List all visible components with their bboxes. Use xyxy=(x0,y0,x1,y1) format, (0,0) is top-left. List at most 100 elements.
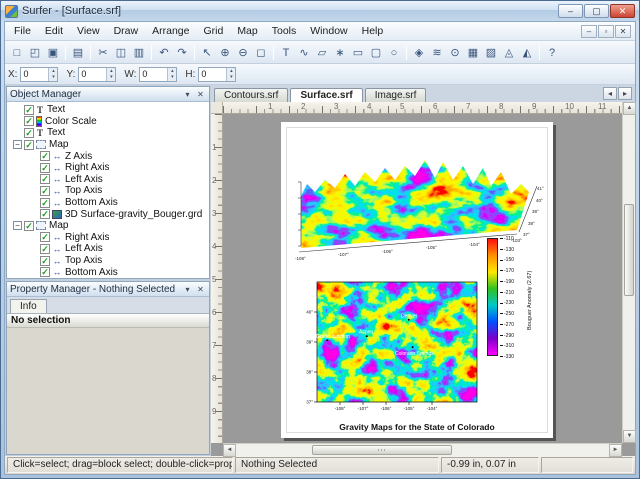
visibility-checkbox[interactable]: ✓ xyxy=(40,244,50,254)
menu-tools[interactable]: Tools xyxy=(265,23,304,39)
text-button[interactable]: T xyxy=(278,44,294,61)
tree-item-left-axis[interactable]: ✓↔Left Axis xyxy=(9,174,209,186)
save-button[interactable]: ▣ xyxy=(45,44,61,61)
polyline-button[interactable]: ∿ xyxy=(296,44,312,61)
visibility-checkbox[interactable]: ✓ xyxy=(40,256,50,266)
spinner-down-icon[interactable]: ▾ xyxy=(227,74,235,81)
x-input[interactable]: 0▴▾ xyxy=(20,67,58,82)
print-button[interactable]: ▤ xyxy=(70,44,86,61)
vertical-scrollbar[interactable]: ▲ ▼ xyxy=(622,102,635,443)
spinner-down-icon[interactable]: ▾ xyxy=(168,74,176,81)
panel-collapse-icon[interactable]: ▾ xyxy=(182,285,193,294)
panel-close-icon[interactable]: ✕ xyxy=(195,285,206,294)
rectangle-button[interactable]: ▭ xyxy=(350,44,366,61)
zoom-window-button[interactable]: ◻ xyxy=(253,44,269,61)
visibility-checkbox[interactable]: ✓ xyxy=(40,267,50,277)
new-button[interactable]: □ xyxy=(9,44,25,61)
visibility-checkbox[interactable]: ✓ xyxy=(40,151,50,161)
menu-edit[interactable]: Edit xyxy=(38,23,70,39)
w-input[interactable]: 0▴▾ xyxy=(139,67,177,82)
menu-arrange[interactable]: Arrange xyxy=(145,23,196,39)
mdi-close-button[interactable]: ✕ xyxy=(615,25,631,38)
surface-map-button[interactable]: ◭ xyxy=(519,44,535,61)
collapse-toggle-icon[interactable]: − xyxy=(13,140,22,149)
tree-item-3d-surface-gravity-bouger-grd[interactable]: ✓3D Surface-gravity_Bouger.grd xyxy=(9,208,209,220)
ellipse-button[interactable]: ○ xyxy=(386,44,402,61)
menu-file[interactable]: File xyxy=(7,23,38,39)
open-button[interactable]: ◰ xyxy=(27,44,43,61)
collapse-toggle-icon[interactable]: − xyxy=(13,221,22,230)
wireframe-map-button[interactable]: ◬ xyxy=(501,44,517,61)
select-button[interactable]: ↖ xyxy=(199,44,215,61)
menu-view[interactable]: View xyxy=(70,23,107,39)
minimize-button[interactable]: – xyxy=(558,4,583,18)
visibility-checkbox[interactable]: ✓ xyxy=(24,221,34,231)
paste-button[interactable]: ▥ xyxy=(131,44,147,61)
horizontal-scroll-thumb[interactable] xyxy=(312,445,452,455)
tree-item-z-axis[interactable]: ✓↔Z Axis xyxy=(9,150,209,162)
post-map-button[interactable]: ⊙ xyxy=(447,44,463,61)
panel-collapse-icon[interactable]: ▾ xyxy=(182,90,193,99)
scroll-down-icon[interactable]: ▼ xyxy=(623,430,636,443)
polygon-button[interactable]: ▱ xyxy=(314,44,330,61)
tree-item-top-axis[interactable]: ✓↔Top Axis xyxy=(9,185,209,197)
menu-window[interactable]: Window xyxy=(303,23,354,39)
spinner-down-icon[interactable]: ▾ xyxy=(49,74,57,81)
visibility-checkbox[interactable]: ✓ xyxy=(40,198,50,208)
tab-surface.srf[interactable]: Surface.srf xyxy=(290,88,362,102)
menu-draw[interactable]: Draw xyxy=(107,23,146,39)
contour-map-button[interactable]: ≋ xyxy=(429,44,445,61)
visibility-checkbox[interactable]: ✓ xyxy=(40,232,50,242)
visibility-checkbox[interactable]: ✓ xyxy=(24,128,34,138)
tab-scroll-left-button[interactable]: ◂ xyxy=(603,87,617,100)
visibility-checkbox[interactable]: ✓ xyxy=(24,140,34,150)
tree-item-left-axis[interactable]: ✓↔Left Axis xyxy=(9,243,209,255)
horizontal-scrollbar[interactable]: ◄ ► xyxy=(223,443,622,456)
base-map-button[interactable]: ◈ xyxy=(411,44,427,61)
scroll-left-icon[interactable]: ◄ xyxy=(223,444,236,457)
y-input[interactable]: 0▴▾ xyxy=(78,67,116,82)
shaded-relief-map-button[interactable]: ▨ xyxy=(483,44,499,61)
tab-info[interactable]: Info xyxy=(10,299,47,313)
gravity-image-map[interactable]: 40° 39° 38° 37° -108° -107° -106° -105° … xyxy=(301,280,483,420)
undo-button[interactable]: ↶ xyxy=(156,44,172,61)
tab-scroll-right-button[interactable]: ▸ xyxy=(618,87,632,100)
menu-grid[interactable]: Grid xyxy=(196,23,230,39)
maximize-button[interactable]: ▢ xyxy=(584,4,609,18)
tree-item-bottom-axis[interactable]: ✓↔Bottom Axis xyxy=(9,197,209,209)
rounded-rectangle-button[interactable]: ▢ xyxy=(368,44,384,61)
menu-help[interactable]: Help xyxy=(355,23,391,39)
tree-item-top-axis[interactable]: ✓↔Top Axis xyxy=(9,255,209,267)
tree-item-map[interactable]: −✓Map xyxy=(9,220,209,232)
visibility-checkbox[interactable]: ✓ xyxy=(24,105,34,115)
image-map-button[interactable]: ▦ xyxy=(465,44,481,61)
visibility-checkbox[interactable]: ✓ xyxy=(40,186,50,196)
tree-item-bottom-axis[interactable]: ✓↔Bottom Axis xyxy=(9,266,209,278)
visibility-checkbox[interactable]: ✓ xyxy=(40,209,50,219)
copy-button[interactable]: ◫ xyxy=(113,44,129,61)
symbol-button[interactable]: ∗ xyxy=(332,44,348,61)
cut-button[interactable]: ✂ xyxy=(95,44,111,61)
tree-item-color-scale[interactable]: ✓Color Scale xyxy=(9,116,209,128)
h-input[interactable]: 0▴▾ xyxy=(198,67,236,82)
color-scale[interactable]: -110-130-150-170-190-210-230-250-270-290… xyxy=(487,236,549,370)
tree-item-right-axis[interactable]: ✓↔Right Axis xyxy=(9,232,209,244)
tree-item-text[interactable]: ✓TText xyxy=(9,104,209,116)
visibility-checkbox[interactable]: ✓ xyxy=(40,163,50,173)
tab-contours.srf[interactable]: Contours.srf xyxy=(214,88,288,102)
visibility-checkbox[interactable]: ✓ xyxy=(24,116,34,126)
map-title-text[interactable]: Gravity Maps for the State of Colorado xyxy=(281,422,553,432)
menu-map[interactable]: Map xyxy=(230,23,264,39)
help-button[interactable]: ? xyxy=(544,44,560,61)
tree-item-map[interactable]: −✓Map xyxy=(9,139,209,151)
zoom-out-button[interactable]: ⊖ xyxy=(235,44,251,61)
scroll-up-icon[interactable]: ▲ xyxy=(623,102,636,115)
tree-item-right-axis[interactable]: ✓↔Right Axis xyxy=(9,162,209,174)
visibility-checkbox[interactable]: ✓ xyxy=(40,174,50,184)
redo-button[interactable]: ↷ xyxy=(174,44,190,61)
tree-item-text[interactable]: ✓TText xyxy=(9,127,209,139)
close-button[interactable]: ✕ xyxy=(610,4,635,18)
scroll-right-icon[interactable]: ► xyxy=(609,444,622,457)
zoom-in-button[interactable]: ⊕ xyxy=(217,44,233,61)
mdi-restore-button[interactable]: ▫ xyxy=(598,25,614,38)
